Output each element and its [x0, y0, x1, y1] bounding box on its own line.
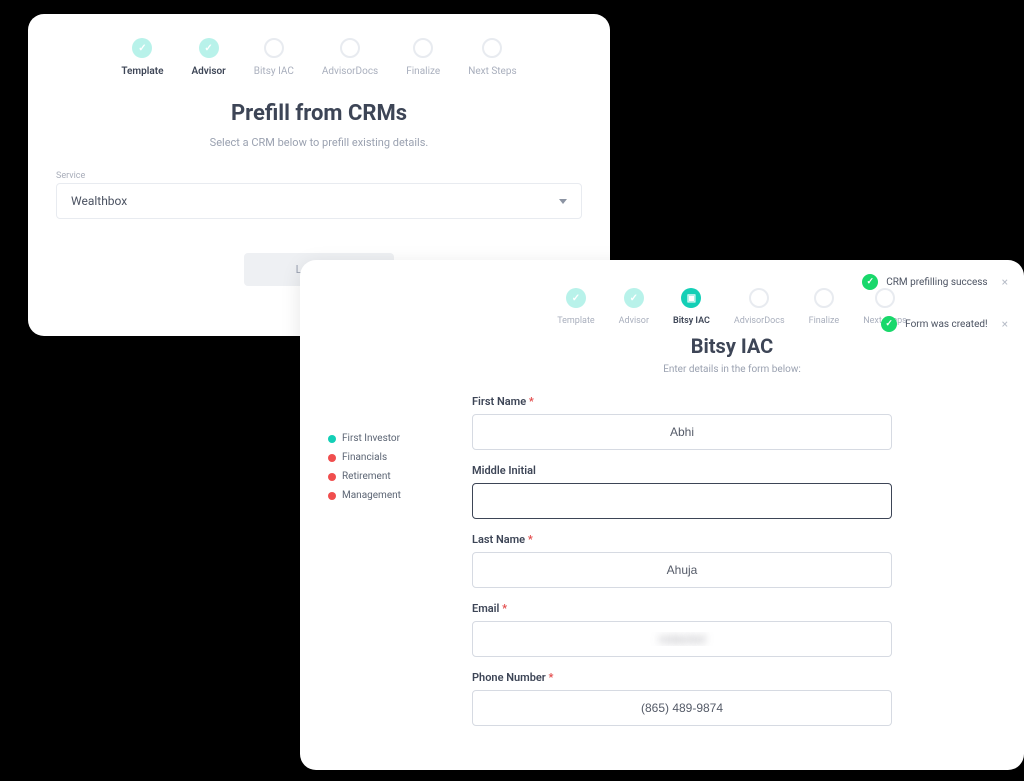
- step-circle-empty: [340, 38, 360, 58]
- check-icon: [630, 293, 638, 304]
- step-bitsy-iac[interactable]: Bitsy IAC: [254, 38, 294, 77]
- page-title: Prefill from CRMs: [56, 101, 582, 126]
- check-circle-icon: ✓: [881, 316, 897, 332]
- field-label: Middle Initial: [472, 464, 892, 477]
- check-icon: [138, 43, 146, 54]
- step-circle-done: [624, 288, 644, 308]
- step-finalize[interactable]: Finalize: [809, 288, 840, 326]
- phone-input[interactable]: [472, 690, 892, 726]
- toast-close-button[interactable]: ×: [1002, 317, 1008, 331]
- section-legend: First Investor Financials Retirement Man…: [328, 395, 438, 740]
- legend-financials[interactable]: Financials: [328, 452, 438, 463]
- service-label: Service: [56, 171, 582, 181]
- toast-form-created: ✓ Form was created! ×: [881, 316, 1008, 332]
- check-circle-icon: ✓: [862, 274, 878, 290]
- legend-label: First Investor: [342, 433, 400, 444]
- service-value: Wealthbox: [71, 194, 127, 208]
- step-label: Finalize: [809, 316, 840, 326]
- step-label: Template: [121, 66, 163, 77]
- legend-label: Retirement: [342, 471, 391, 482]
- step-label: AdvisorDocs: [734, 316, 785, 326]
- dot-icon: [328, 473, 336, 481]
- step-finalize[interactable]: Finalize: [406, 38, 440, 77]
- document-icon: [687, 293, 696, 304]
- step-label: Next Steps: [468, 66, 516, 77]
- required-mark: *: [549, 671, 554, 684]
- step-label: Advisor: [191, 66, 225, 77]
- legend-label: Management: [342, 490, 401, 501]
- legend-label: Financials: [342, 452, 387, 463]
- step-circle-current: [681, 288, 701, 308]
- field-label: Email *: [472, 602, 892, 615]
- legend-first-investor[interactable]: First Investor: [328, 433, 438, 444]
- toast-close-button[interactable]: ×: [1002, 275, 1008, 289]
- step-circle-empty: [482, 38, 502, 58]
- step-circle-done: [132, 38, 152, 58]
- field-label: Last Name *: [472, 533, 892, 546]
- step-advisor-docs[interactable]: AdvisorDocs: [322, 38, 378, 77]
- check-icon: [204, 43, 212, 54]
- field-last-name: Last Name *: [472, 533, 892, 588]
- step-advisor[interactable]: Advisor: [191, 38, 225, 77]
- step-circle-done: [199, 38, 219, 58]
- step-advisor-docs[interactable]: AdvisorDocs: [734, 288, 785, 326]
- check-icon: [572, 293, 580, 304]
- page-subtitle: Enter details in the form below:: [328, 364, 996, 375]
- step-circle-empty: [875, 288, 895, 308]
- first-name-input[interactable]: [472, 414, 892, 450]
- required-mark: *: [528, 533, 533, 546]
- legend-management[interactable]: Management: [328, 490, 438, 501]
- last-name-input[interactable]: [472, 552, 892, 588]
- field-email: Email *: [472, 602, 892, 657]
- step-circle-empty: [264, 38, 284, 58]
- bitsy-iac-card: ✓ CRM prefilling success × ✓ Form was cr…: [300, 260, 1024, 770]
- step-label: Bitsy IAC: [673, 316, 710, 326]
- dot-icon: [328, 454, 336, 462]
- step-label: Finalize: [406, 66, 440, 77]
- step-bitsy-iac[interactable]: Bitsy IAC: [673, 288, 710, 326]
- dot-icon: [328, 492, 336, 500]
- toast-message: Form was created!: [905, 319, 987, 330]
- step-circle-empty: [749, 288, 769, 308]
- email-input[interactable]: [472, 621, 892, 657]
- step-template[interactable]: Template: [557, 288, 594, 326]
- toast-message: CRM prefilling success: [886, 277, 987, 288]
- form-area: First Investor Financials Retirement Man…: [328, 395, 996, 740]
- stepper: Template Advisor Bitsy IAC AdvisorDocs F…: [56, 38, 582, 77]
- service-select[interactable]: Wealthbox: [56, 183, 582, 219]
- step-label: Template: [557, 316, 594, 326]
- step-circle-done: [566, 288, 586, 308]
- step-circle-empty: [814, 288, 834, 308]
- step-label: Bitsy IAC: [254, 66, 294, 77]
- field-first-name: First Name *: [472, 395, 892, 450]
- required-mark: *: [529, 395, 534, 408]
- field-label: First Name *: [472, 395, 892, 408]
- legend-retirement[interactable]: Retirement: [328, 471, 438, 482]
- required-mark: *: [502, 602, 507, 615]
- chevron-down-icon: [559, 199, 567, 204]
- field-phone: Phone Number *: [472, 671, 892, 726]
- step-advisor[interactable]: Advisor: [619, 288, 649, 326]
- step-circle-empty: [413, 38, 433, 58]
- dot-icon: [328, 435, 336, 443]
- step-template[interactable]: Template: [121, 38, 163, 77]
- step-next-steps[interactable]: Next Steps: [468, 38, 516, 77]
- step-label: Advisor: [619, 316, 649, 326]
- field-middle-initial: Middle Initial: [472, 464, 892, 519]
- step-label: AdvisorDocs: [322, 66, 378, 77]
- form-fields: First Name * Middle Initial Last Name * …: [472, 395, 892, 740]
- page-subtitle: Select a CRM below to prefill existing d…: [56, 136, 582, 149]
- middle-initial-input[interactable]: [472, 483, 892, 519]
- toast-crm-success: ✓ CRM prefilling success ×: [862, 274, 1008, 290]
- field-label: Phone Number *: [472, 671, 892, 684]
- page-title: Bitsy IAC: [328, 334, 996, 358]
